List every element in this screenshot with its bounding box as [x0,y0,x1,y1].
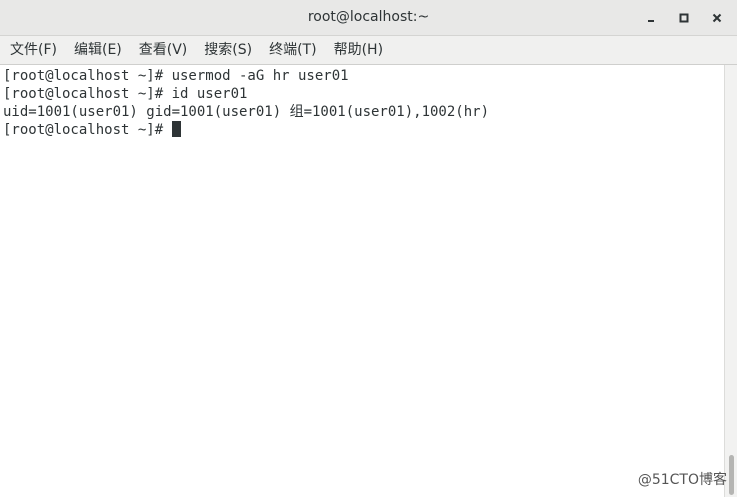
menu-help[interactable]: 帮助(H) [329,36,388,64]
terminal-line-text: [root@localhost ~]# id user01 [3,86,248,102]
menu-bar: 文件(F) 编辑(E) 查看(V) 搜索(S) 终端(T) 帮助(H) [0,36,737,65]
terminal-line: [root@localhost ~]# [3,121,181,139]
terminal-line-text: uid=1001(user01) gid=1001(user01) 组=1001… [3,104,490,120]
terminal-area[interactable]: [root@localhost ~]# usermod -aG hr user0… [0,65,724,497]
terminal-line: uid=1001(user01) gid=1001(user01) 组=1001… [3,103,489,121]
minimize-button[interactable] [640,7,662,29]
terminal-line: [root@localhost ~]# id user01 [3,85,247,103]
minimize-icon [648,20,654,22]
menu-view[interactable]: 查看(V) [134,36,193,64]
close-icon [712,13,722,23]
menu-terminal[interactable]: 终端(T) [264,36,321,64]
close-button[interactable] [706,7,728,29]
terminal-line-text: [root@localhost ~]# [3,122,172,138]
maximize-button[interactable] [673,7,695,29]
text-cursor [171,121,181,137]
terminal-line-text: [root@localhost ~]# usermod -aG hr user0… [3,68,349,84]
menu-search[interactable]: 搜索(S) [199,36,257,64]
maximize-icon [679,13,689,23]
menu-file[interactable]: 文件(F) [5,36,62,64]
terminal-window: root@localhost:~ 文件(F) 编辑(E) 查看(V) 搜索(S)… [0,0,737,497]
title-bar[interactable]: root@localhost:~ [0,0,737,36]
menu-edit[interactable]: 编辑(E) [69,36,127,64]
vertical-scrollbar[interactable] [724,65,737,497]
watermark: @51CTO博客 [637,472,727,488]
scrollbar-thumb[interactable] [729,455,734,495]
terminal-line: [root@localhost ~]# usermod -aG hr user0… [3,67,349,85]
window-title: root@localhost:~ [307,9,430,25]
